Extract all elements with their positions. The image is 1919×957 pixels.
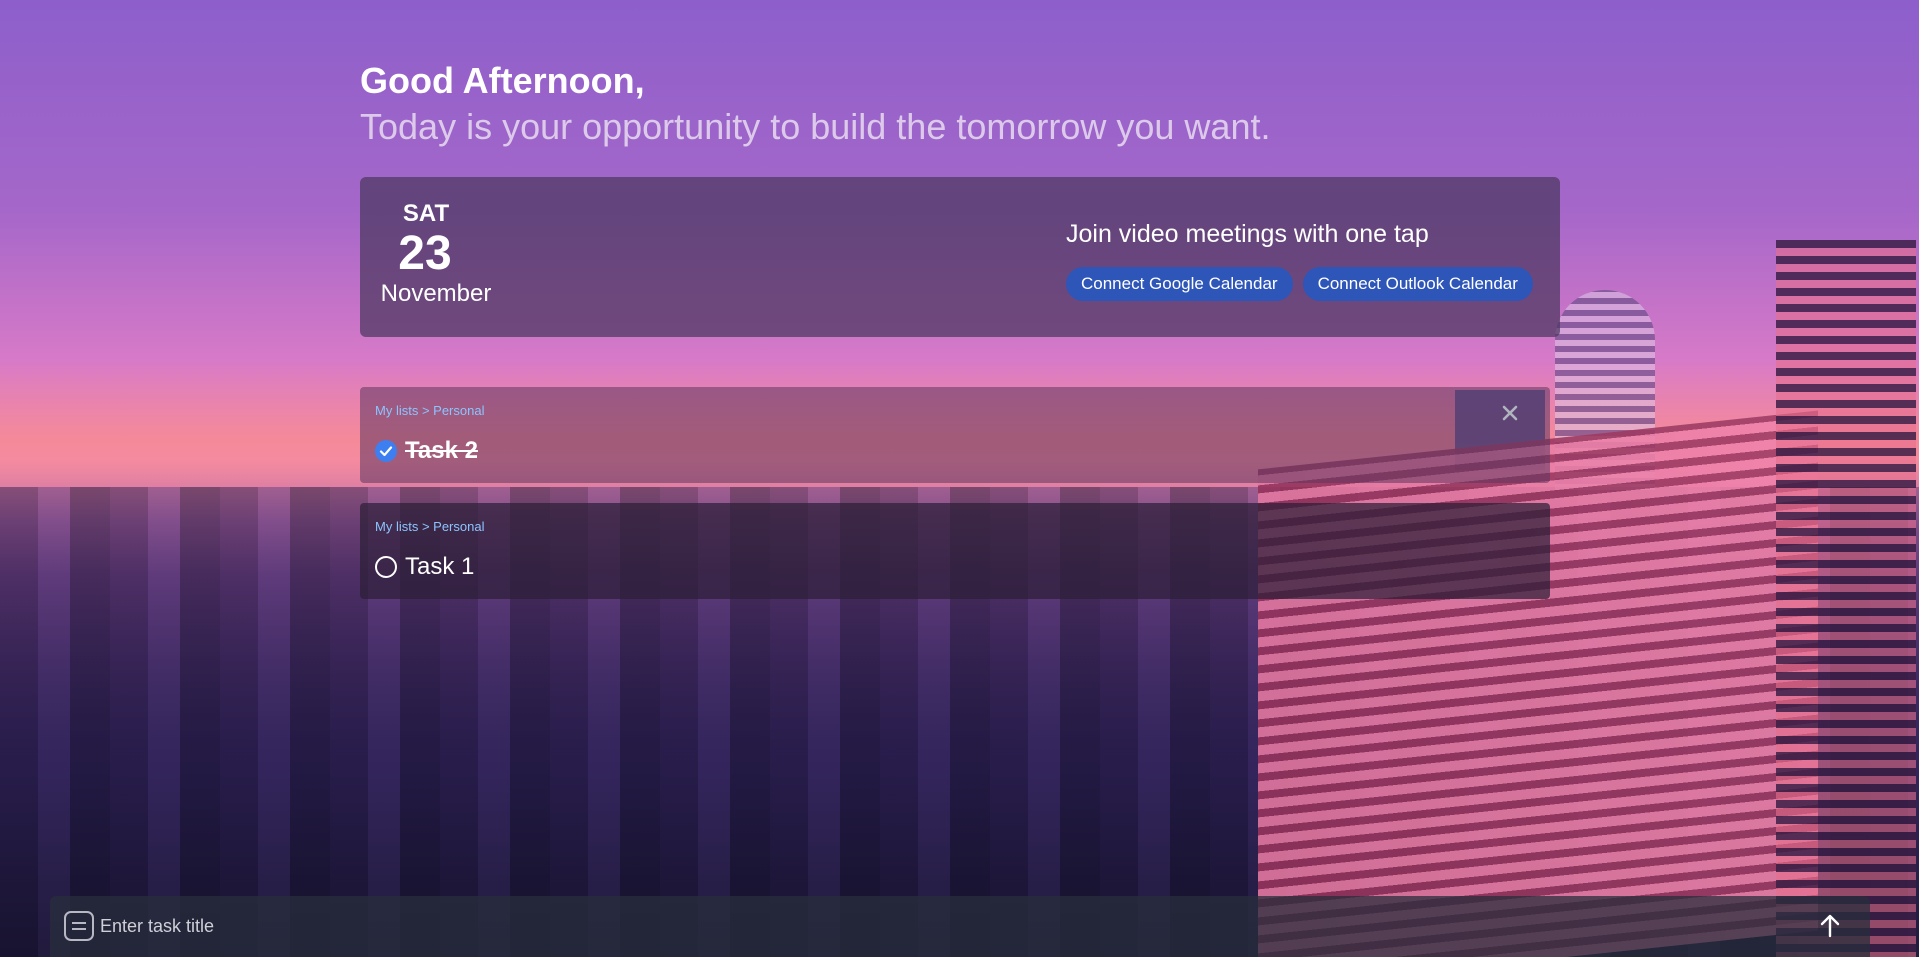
task-title-input[interactable]	[100, 906, 1800, 946]
connect-google-calendar-button[interactable]: Connect Google Calendar	[1066, 267, 1293, 301]
date-block: SAT 23 November	[376, 199, 496, 309]
building-decoration	[1258, 410, 1818, 957]
calendar-card: SAT 23 November Join video meetings with…	[360, 177, 1560, 337]
connect-outlook-calendar-button[interactable]: Connect Outlook Calendar	[1302, 267, 1533, 301]
task-title[interactable]: Task 1	[405, 553, 474, 581]
task-breadcrumb[interactable]: My lists > Personal	[375, 519, 484, 534]
task-card[interactable]: My lists > Personal Task 2	[360, 387, 1550, 483]
greeting-title: Good Afternoon,	[360, 60, 645, 101]
promo-title: Join video meetings with one tap	[1066, 220, 1429, 248]
close-icon[interactable]	[1498, 401, 1522, 425]
check-circle-icon[interactable]	[375, 440, 397, 462]
task-card[interactable]: My lists > Personal Task 1	[360, 503, 1550, 599]
task-row: Task 2	[375, 437, 478, 465]
greeting-subtitle: Today is your opportunity to build the t…	[360, 106, 1271, 147]
day-of-week: SAT	[402, 200, 450, 227]
list-icon-line	[72, 922, 86, 924]
task-composer	[50, 896, 1870, 957]
task-title[interactable]: Task 2	[405, 437, 478, 465]
greeting-section: Good Afternoon, Today is your opportunit…	[360, 58, 1270, 150]
list-icon[interactable]	[64, 911, 94, 941]
task-breadcrumb[interactable]: My lists > Personal	[375, 403, 484, 418]
video-meeting-promo: Join video meetings with one tap Connect…	[1066, 219, 1533, 301]
month-label: November	[380, 280, 492, 307]
tower-decoration	[1776, 240, 1916, 957]
task-row: Task 1	[375, 553, 474, 581]
arrow-up-icon[interactable]	[1814, 910, 1846, 942]
list-icon-line	[72, 928, 86, 930]
calendar-connect-buttons: Connect Google Calendar Connect Outlook …	[1066, 267, 1533, 301]
day-number: 23	[398, 227, 452, 280]
empty-circle-icon[interactable]	[375, 556, 397, 578]
